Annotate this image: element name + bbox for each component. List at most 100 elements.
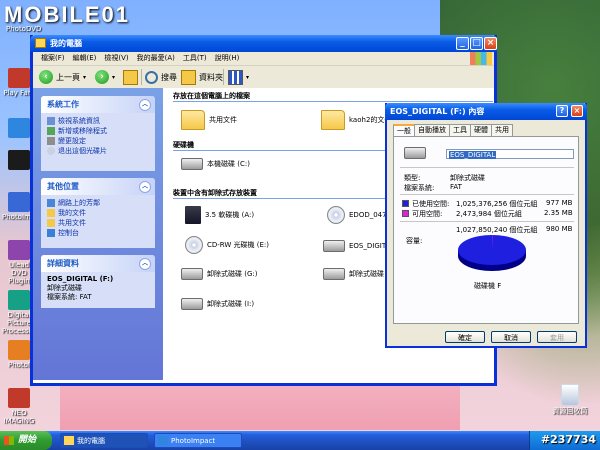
dvd-icon (327, 206, 345, 224)
collapse-chevron-icon[interactable]: ︿ (139, 99, 151, 111)
item-removable-i[interactable]: 卸除式磁碟 (I:) (181, 298, 254, 310)
panel-header[interactable]: 其他位置 ︿ (41, 178, 155, 195)
app-icon (8, 150, 30, 170)
removable-drive-icon (323, 240, 345, 252)
start-button[interactable]: 開始 (0, 431, 52, 450)
menu-help[interactable]: 說明(H) (215, 52, 240, 65)
link-network-places[interactable]: 網路上的芳鄰 (47, 198, 149, 208)
divider (400, 221, 574, 222)
panel-header[interactable]: 詳細資料 ︿ (41, 255, 155, 272)
views-button[interactable]: ▾ (228, 69, 249, 85)
watermark-sub: PhotoDVD (6, 25, 42, 33)
drive-properties-dialog: EOS_DIGITAL (F:) 內容 ? × 一般 自動播放 工具 硬體 共用… (385, 103, 587, 348)
views-icon (228, 69, 243, 85)
folder-icon (47, 209, 55, 217)
used-space-bytes: 1,025,376,256 個位元組 (456, 200, 538, 208)
link-change-settings[interactable]: 變更設定 (47, 136, 149, 146)
item-floppy-a[interactable]: 3.5 軟碟機 (A:) (185, 206, 254, 224)
link-shared-documents[interactable]: 共用文件 (47, 218, 149, 228)
type-label: 類型: (404, 174, 421, 182)
link-view-system-info[interactable]: 檢視系統資訊 (47, 116, 149, 126)
up-folder-button[interactable] (123, 69, 138, 85)
search-button[interactable]: 搜尋 (145, 69, 177, 85)
forward-button[interactable]: › ▾ (95, 69, 115, 85)
link-eject-disc[interactable]: 退出這個光碟片 (47, 146, 149, 156)
cancel-button[interactable]: 取消 (491, 331, 531, 343)
divider (400, 194, 574, 195)
link-my-documents[interactable]: 我的文件 (47, 208, 149, 218)
group-header-files: 存放在這個電腦上的檔案 (173, 91, 493, 102)
menu-edit[interactable]: 編輯(E) (73, 52, 97, 65)
help-button[interactable]: ? (556, 105, 568, 117)
menu-view[interactable]: 檢視(V) (104, 52, 128, 65)
removable-drive-icon (181, 268, 203, 280)
item-shared-documents[interactable]: 共用文件 (181, 110, 237, 130)
search-icon (145, 70, 158, 84)
dropdown-arrow-icon: ▾ (83, 73, 87, 81)
menu-file[interactable]: 檔案(F) (41, 52, 65, 65)
dialog-close-button[interactable]: × (571, 105, 583, 117)
collapse-chevron-icon[interactable]: ︿ (139, 258, 151, 270)
menu-bar: 檔案(F) 編輯(E) 檢視(V) 我的最愛(A) 工具(T) 說明(H) (33, 52, 494, 66)
task-pane: 系統工作 ︿ 檢視系統資訊 新增或移除程式 變更設定 退出這個光碟片 其他位置 … (33, 88, 163, 380)
free-space-label: 可用空間: (412, 210, 443, 218)
general-tab-panel: EOS_DIGITAL 類型: 卸除式磁碟 檔案系統: FAT 已使用空間: 1… (393, 136, 579, 324)
cd-icon (185, 236, 203, 254)
system-tasks-panel: 系統工作 ︿ 檢視系統資訊 新增或移除程式 變更設定 退出這個光碟片 (41, 96, 155, 171)
back-button[interactable]: ‹ 上一頁 ▾ (39, 69, 86, 85)
details-filesystem: 檔案系統: FAT (47, 293, 92, 301)
info-icon (47, 117, 55, 125)
item-removable-g[interactable]: 卸除式磁碟 (G:) (181, 268, 257, 280)
used-space-label: 已使用空間: (412, 200, 450, 208)
desktop-icon-neo-imaging[interactable]: NEO IMAGING (2, 388, 36, 425)
capacity-label: 容量: (406, 237, 423, 245)
app-icon (8, 118, 30, 138)
ok-button[interactable]: 確定 (445, 331, 485, 343)
collapse-chevron-icon[interactable]: ︿ (139, 181, 151, 193)
removable-drive-icon (404, 147, 426, 159)
link-add-remove-programs[interactable]: 新增或移除程式 (47, 126, 149, 136)
dropdown-arrow-icon: ▾ (112, 73, 116, 81)
used-space-swatch (402, 200, 409, 207)
folder-icon (181, 69, 196, 85)
photoimpact-icon (158, 436, 168, 445)
apply-button[interactable]: 套用 (537, 331, 577, 343)
dialog-title: EOS_DIGITAL (F:) 內容 (390, 107, 485, 116)
window-titlebar[interactable]: 我的電腦 _ □ × (30, 35, 497, 52)
removable-drive-icon (181, 298, 203, 310)
minimize-button[interactable]: _ (456, 37, 469, 50)
item-local-disk-c[interactable]: 本機磁碟 (C:) (181, 158, 250, 170)
close-button[interactable]: × (484, 37, 497, 50)
link-control-panel[interactable]: 控制台 (47, 228, 149, 238)
taskbar-item-my-computer[interactable]: 我的電腦 (60, 433, 148, 448)
floppy-icon (185, 206, 201, 224)
app-icon (8, 290, 30, 310)
dropdown-arrow-icon: ▾ (246, 73, 250, 81)
menu-tools[interactable]: 工具(T) (183, 52, 207, 65)
removable-drive-icon (323, 268, 345, 280)
drive-label-input[interactable]: EOS_DIGITAL (446, 149, 574, 159)
maximize-button[interactable]: □ (470, 37, 483, 50)
folder-icon (321, 110, 345, 130)
app-icon (8, 240, 30, 260)
item-eos-digital-f[interactable]: EOS_DIGITAL (323, 240, 394, 252)
item-cdrw-e[interactable]: CD-RW 光碟機 (E:) (185, 236, 269, 254)
back-arrow-icon: ‹ (39, 70, 53, 84)
dialog-titlebar[interactable]: EOS_DIGITAL (F:) 內容 ? × (385, 103, 587, 120)
app-icon (8, 68, 30, 88)
recycle-bin-icon (561, 384, 579, 406)
taskbar-item-photoimpact[interactable]: PhotoImpact (154, 433, 242, 448)
drive-letter-label: 磁碟機 F (474, 282, 502, 290)
folders-button[interactable]: 資料夾 (181, 69, 223, 85)
panel-header[interactable]: 系統工作 ︿ (41, 96, 155, 113)
free-space-bytes: 2,473,984 個位元組 (456, 210, 522, 218)
disk-usage-pie (458, 235, 526, 271)
type-value: 卸除式磁碟 (450, 174, 485, 182)
item-user-documents[interactable]: kaoh2的文件 (321, 110, 391, 130)
taskbar: 開始 我的電腦 PhotoImpact (0, 431, 600, 450)
details-panel: 詳細資料 ︿ EOS_DIGITAL (F:) 卸除式磁碟 檔案系統: FAT (41, 255, 155, 308)
desktop-icon-recycle-bin[interactable]: 資源回收筒 (548, 384, 592, 416)
used-space-mb: 977 MB (546, 199, 573, 207)
up-folder-icon (123, 69, 138, 85)
menu-favorites[interactable]: 我的最愛(A) (137, 52, 175, 65)
